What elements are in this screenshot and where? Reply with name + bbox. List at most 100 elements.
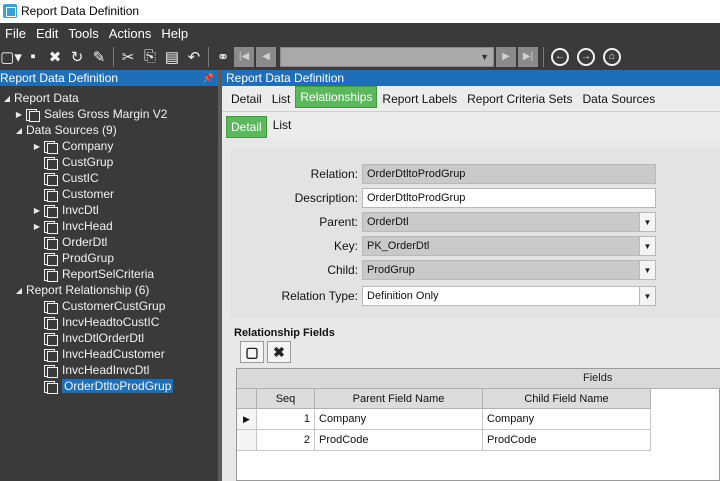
tree-node-relationship[interactable]: InvcHeadCustomer [0,346,218,362]
delete-icon[interactable]: ✖ [44,46,66,68]
row-selector[interactable] [237,430,257,451]
column-header-parent-field[interactable]: Parent Field Name [315,389,483,409]
collapse-icon[interactable]: ◢ [2,94,12,103]
column-header-child-field[interactable]: Child Field Name [483,389,651,409]
refresh-icon[interactable]: ↻ [66,46,88,68]
tab-report-criteria-sets[interactable]: Report Criteria Sets [462,92,577,111]
document-icon [44,332,58,346]
menu-tools[interactable]: Tools [63,26,103,41]
tree-node-relationship[interactable]: IncvHeadtoCustIC [0,314,218,330]
relation-type-row: Relation Type: Definition Only ▼ [230,286,720,306]
next-record-icon[interactable]: ▶ [496,46,516,67]
tree-node-data-source[interactable]: CustIC [0,170,218,186]
back-icon[interactable]: ← [551,47,569,66]
document-icon [44,268,58,282]
expand-icon[interactable]: ▶ [32,142,42,151]
toolbar-separator [113,46,114,67]
relation-type-select[interactable]: Definition Only ▼ [362,286,656,306]
menu-file[interactable]: File [0,26,31,41]
tree-label: CustIC [62,171,99,185]
window-title: Report Data Definition [21,4,140,18]
binoculars-icon[interactable]: ⚭ [212,46,234,68]
previous-record-icon[interactable]: ◀ [256,46,276,67]
description-field[interactable]: OrderDtltoProdGrup [362,188,656,208]
collapse-icon[interactable]: ◢ [14,126,24,135]
table-cell-parent-field[interactable]: Company [315,409,483,430]
table-cell-child-field[interactable]: Company [483,409,651,430]
first-record-icon[interactable]: |◀ [234,46,254,67]
home-icon[interactable]: ⌂ [603,47,621,66]
tree-node-data-source[interactable]: ▶ Company [0,138,218,154]
document-icon [44,220,58,234]
delete-row-icon[interactable]: ✖ [267,341,291,363]
tree-node-relationship-selected[interactable]: OrderDtltoProdGrup [0,378,218,394]
paste-icon[interactable]: ▤ [161,46,183,68]
toolbar-separator [543,46,544,67]
tree-label: Report Data [14,91,79,105]
tree-label: CustGrup [62,155,114,169]
new-icon[interactable]: ▢▾ [0,46,22,68]
collapse-icon[interactable]: ◢ [14,286,24,295]
parent-row: Parent: OrderDtl ▼ [230,212,720,232]
key-value: PK_OrderDtl [367,240,430,252]
column-header-seq[interactable]: Seq [257,389,315,409]
new-row-icon[interactable]: ▢ [240,341,264,363]
table-cell-seq[interactable]: 2 [257,430,315,451]
tab-report-labels[interactable]: Report Labels [377,92,462,111]
tree-node-data-source[interactable]: ProdGrup [0,250,218,266]
tree-node-data-source[interactable]: ▶ InvcHead [0,218,218,234]
tab-list[interactable]: List [267,92,296,111]
menu-actions[interactable]: Actions [104,26,157,41]
table-cell-child-field[interactable]: ProdCode [483,430,651,451]
record-selector[interactable]: ▼ [280,46,494,67]
chevron-down-icon[interactable]: ▼ [639,237,655,255]
parent-value: OrderDtl [367,216,409,228]
clear-icon[interactable]: ✎ [88,46,110,68]
tab-detail[interactable]: Detail [226,92,267,111]
tree-node-relationship[interactable]: InvcDtlOrderDtl [0,330,218,346]
tab-data-sources[interactable]: Data Sources [578,92,661,111]
last-record-icon[interactable]: ▶| [518,46,538,67]
subtab-detail[interactable]: Detail [226,116,267,138]
main-tabs: Detail List Relationships Report Labels … [222,86,720,112]
forward-icon[interactable]: → [577,47,595,66]
menu-help[interactable]: Help [156,26,193,41]
relation-type-label: Relation Type: [281,289,359,303]
document-icon [44,364,58,378]
chevron-down-icon[interactable]: ▼ [639,261,655,279]
menu-edit[interactable]: Edit [31,26,63,41]
tree-node-relationships[interactable]: ◢ Report Relationship (6) [0,282,218,298]
table-cell-parent-field[interactable]: ProdCode [315,430,483,451]
chevron-down-icon[interactable]: ▼ [639,287,655,305]
tree-label: ProdGrup [62,251,115,265]
pin-icon[interactable]: 📌 [203,73,214,84]
tree-node-data-source[interactable]: Customer [0,186,218,202]
tree-node-relationship[interactable]: CustomerCustGrup [0,298,218,314]
table-cell-seq[interactable]: 1 [257,409,315,430]
subtab-list[interactable]: List [267,118,298,132]
expand-icon[interactable]: ▶ [32,206,42,215]
key-select[interactable]: PK_OrderDtl ▼ [362,236,656,256]
tree-node-report[interactable]: ▶ Sales Gross Margin V2 [0,106,218,122]
undo-icon[interactable]: ↶ [183,46,205,68]
tree-node-data-source[interactable]: CustGrup [0,154,218,170]
parent-select[interactable]: OrderDtl ▼ [362,212,656,232]
tree-panel-title: Report Data Definition [0,71,119,85]
expand-icon[interactable]: ▶ [14,110,24,119]
tree-node-relationship[interactable]: InvcHeadInvcDtl [0,362,218,378]
expand-icon[interactable]: ▶ [32,222,42,231]
tree-node-data-sources[interactable]: ◢ Data Sources (9) [0,122,218,138]
tree-node-report-data[interactable]: ◢ Report Data [0,90,218,106]
tree-label: InvcDtl [62,203,99,217]
chevron-down-icon[interactable]: ▼ [639,213,655,231]
child-select[interactable]: ProdGrup ▼ [362,260,656,280]
copy-icon[interactable]: ⎘ [139,46,161,68]
tab-relationships[interactable]: Relationships [295,86,378,108]
tree-node-data-source[interactable]: OrderDtl [0,234,218,250]
tree-node-data-source[interactable]: ▶ InvcDtl [0,202,218,218]
detail-panel-title: Report Data Definition [226,71,345,85]
cut-icon[interactable]: ✂ [117,46,139,68]
save-icon[interactable]: ▪ [22,46,44,68]
tree-node-data-source[interactable]: ReportSelCriteria [0,266,218,282]
app-icon [3,4,17,18]
